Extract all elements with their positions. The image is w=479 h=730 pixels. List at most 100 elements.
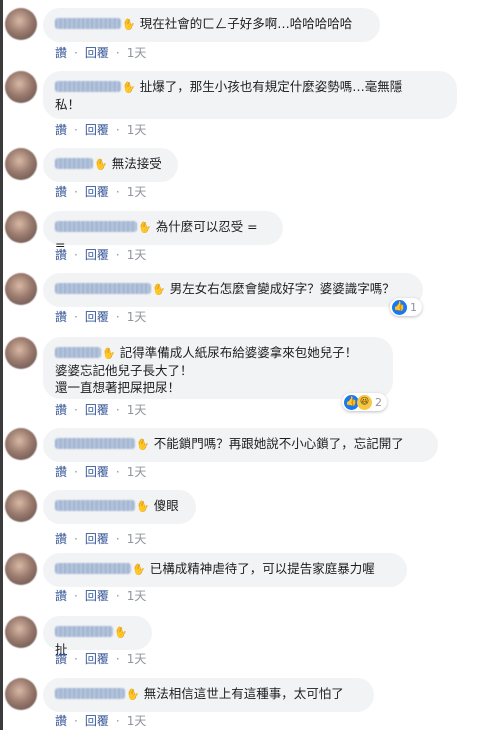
timestamp[interactable]: 1天 (127, 589, 147, 603)
reply-link[interactable]: 回覆 (85, 46, 109, 60)
like-link[interactable]: 讚 (55, 652, 67, 666)
avatar[interactable] (5, 678, 37, 710)
timestamp[interactable]: 1天 (127, 185, 147, 199)
like-link[interactable]: 讚 (55, 248, 67, 262)
like-link[interactable]: 讚 (55, 310, 67, 324)
avatar[interactable] (5, 428, 37, 460)
timestamp[interactable]: 1天 (127, 652, 147, 666)
avatar[interactable] (5, 337, 37, 369)
avatar[interactable] (5, 490, 37, 522)
comment-actions: 讚 · 回覆 · 1天 (55, 310, 147, 324)
reply-link[interactable]: 回覆 (85, 185, 109, 199)
commenter-name[interactable] (55, 283, 151, 294)
wave-icon: ✋ (150, 281, 167, 298)
reply-link[interactable]: 回覆 (85, 123, 109, 137)
reply-link[interactable]: 回覆 (85, 652, 109, 666)
timestamp[interactable]: 1天 (127, 714, 147, 728)
like-link[interactable]: 讚 (55, 123, 67, 137)
reaction-summary[interactable]: 👍 1 (390, 298, 422, 316)
comment-text: 無法接受 (111, 156, 162, 171)
comment-bubble: ✋扯 (43, 616, 152, 657)
comment-bubble: ✋ 傻眼 (43, 490, 196, 524)
like-link[interactable]: 讚 (55, 185, 67, 199)
comment-actions: 讚 · 回覆 · 1天 (55, 652, 147, 666)
reaction-count: 1 (410, 300, 417, 314)
reply-link[interactable]: 回覆 (85, 403, 109, 417)
comment-text: 扯爆了，那生小孩也有規定什麼姿勢嗎…毫無隱 (139, 79, 403, 94)
avatar[interactable] (5, 71, 37, 103)
comment-actions: 讚 · 回覆 · 1天 (55, 403, 147, 417)
reply-link[interactable]: 回覆 (85, 248, 109, 262)
timestamp[interactable]: 1天 (127, 46, 147, 60)
comment-actions: 讚 · 回覆 · 1天 (55, 714, 147, 728)
reaction-summary[interactable]: 👍 😆 2 (342, 393, 387, 411)
commenter-name[interactable] (55, 438, 135, 449)
comment-text: 男左女右怎麼會變成好字？婆婆識字嗎？ (169, 281, 395, 296)
comment-bubble: ✋ 不能鎖門嗎？再跟她說不小心鎖了，忘記開了 (43, 428, 438, 462)
wave-icon: ✋ (112, 624, 129, 641)
timestamp[interactable]: 1天 (127, 248, 147, 262)
comment-actions: 讚 · 回覆 · 1天 (55, 248, 147, 262)
comment-text: 現在社會的ㄈㄥ子好多啊…哈哈哈哈哈 (139, 16, 353, 31)
haha-icon: 😆 (357, 394, 372, 410)
wave-icon: ✋ (130, 561, 147, 578)
comment-bubble: ✋ 無法接受 (43, 148, 178, 182)
comment-actions: 讚 · 回覆 · 1天 (55, 123, 147, 137)
comment-text: 傻眼 (153, 498, 179, 513)
reply-link[interactable]: 回覆 (85, 310, 109, 324)
reply-link[interactable]: 回覆 (85, 465, 109, 479)
commenter-name[interactable] (55, 563, 131, 574)
comment-actions: 讚 · 回覆 · 1天 (55, 46, 147, 60)
comment-bubble: ✋ 為什麼可以忍受 = = (43, 211, 283, 252)
wave-icon: ✋ (92, 156, 109, 173)
timestamp[interactable]: 1天 (127, 123, 147, 137)
avatar[interactable] (5, 148, 37, 180)
commenter-name[interactable] (55, 347, 101, 358)
commenter-name[interactable] (55, 18, 121, 29)
wave-icon: ✋ (120, 16, 137, 33)
reaction-count: 2 (375, 395, 382, 409)
avatar[interactable] (5, 273, 37, 305)
comment-bubble: ✋ 記得準備成人紙尿布給婆婆拿來包她兒子！ 婆婆忘記他兒子長大了！ 還一直想著把屎把尿… (43, 337, 393, 399)
comment-text: 不能鎖門嗎？再跟她說不小心鎖了，忘記開了 (153, 436, 404, 451)
comment-text-line-3: 還一直想著把屎把尿！ (55, 380, 181, 395)
commenter-name[interactable] (55, 81, 121, 92)
comment-actions: 讚 · 回覆 · 1天 (55, 532, 147, 546)
timestamp[interactable]: 1天 (127, 532, 147, 546)
like-link[interactable]: 讚 (55, 46, 67, 60)
commenter-name[interactable] (55, 500, 135, 511)
avatar[interactable] (5, 616, 37, 648)
like-link[interactable]: 讚 (55, 403, 67, 417)
like-link[interactable]: 讚 (55, 589, 67, 603)
like-link[interactable]: 讚 (55, 714, 67, 728)
commenter-name[interactable] (55, 158, 93, 169)
reply-link[interactable]: 回覆 (85, 532, 109, 546)
commenter-name[interactable] (55, 688, 125, 699)
wave-icon: ✋ (136, 219, 153, 236)
like-icon: 👍 (392, 299, 407, 315)
comment-text: 已構成精神虐待了，可以提告家庭暴力喔 (149, 561, 375, 576)
avatar[interactable] (5, 8, 37, 40)
wave-icon: ✋ (100, 345, 117, 362)
reply-link[interactable]: 回覆 (85, 714, 109, 728)
comment-text: 無法相信這世上有這種事，太可怕了 (143, 686, 344, 701)
wave-icon: ✋ (134, 498, 151, 515)
timestamp[interactable]: 1天 (127, 403, 147, 417)
commenter-name[interactable] (55, 221, 137, 232)
like-link[interactable]: 讚 (55, 532, 67, 546)
comment-bubble: ✋ 現在社會的ㄈㄥ子好多啊…哈哈哈哈哈 (43, 8, 380, 42)
comment-text-line-2: 婆婆忘記他兒子長大了！ (55, 363, 193, 378)
comment-actions: 讚 · 回覆 · 1天 (55, 185, 147, 199)
like-link[interactable]: 讚 (55, 465, 67, 479)
avatar[interactable] (5, 211, 37, 243)
timestamp[interactable]: 1天 (127, 465, 147, 479)
timestamp[interactable]: 1天 (127, 310, 147, 324)
reply-link[interactable]: 回覆 (85, 589, 109, 603)
comment-actions: 讚 · 回覆 · 1天 (55, 465, 147, 479)
comment-bubble: ✋ 男左女右怎麼會變成好字？婆婆識字嗎？ (43, 273, 423, 307)
window-left-border (0, 0, 3, 730)
comment-actions: 讚 · 回覆 · 1天 (55, 589, 147, 603)
wave-icon: ✋ (120, 79, 137, 96)
avatar[interactable] (5, 553, 37, 585)
commenter-name[interactable] (55, 626, 113, 637)
